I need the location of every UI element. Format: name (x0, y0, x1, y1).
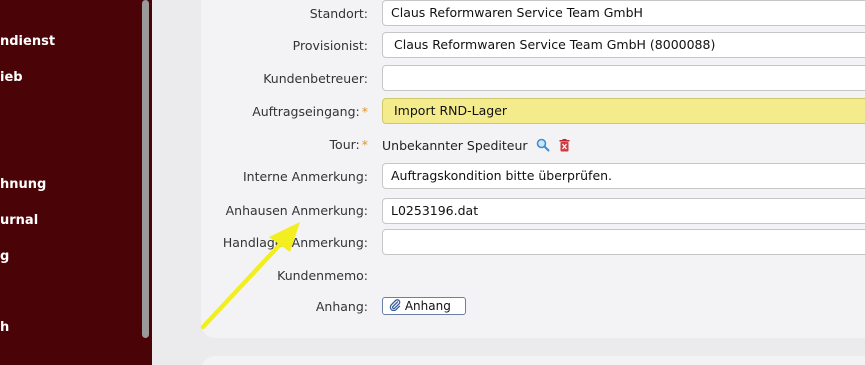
annotation-arrow (200, 222, 300, 330)
